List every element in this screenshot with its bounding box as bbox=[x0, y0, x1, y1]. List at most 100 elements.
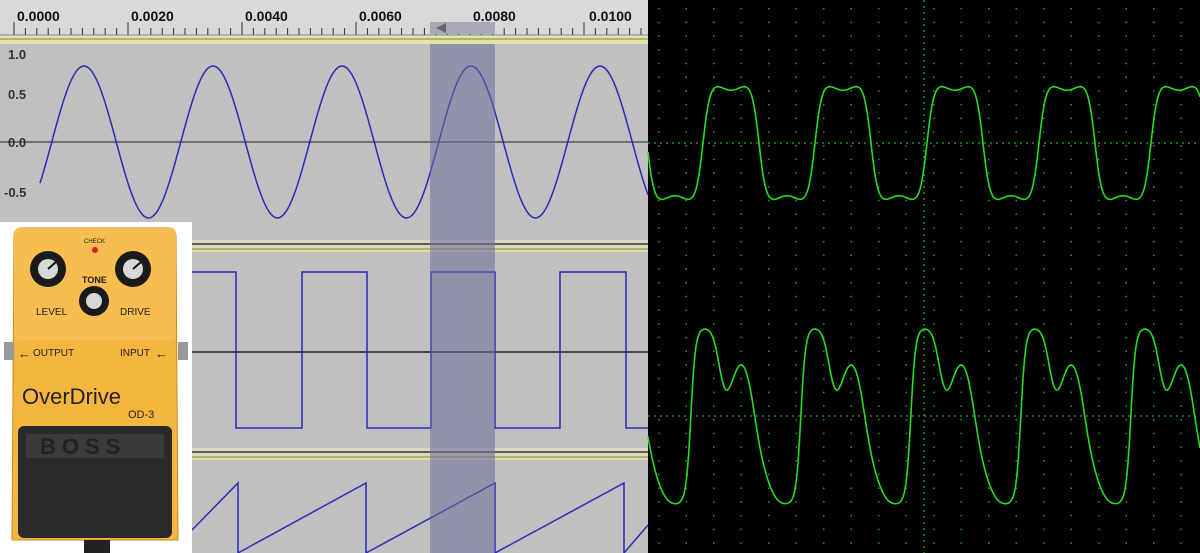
grid-dot bbox=[1180, 350, 1182, 352]
grid-dot bbox=[795, 90, 797, 92]
grid-dot bbox=[740, 377, 742, 380]
grid-dot bbox=[878, 323, 880, 325]
grid-dot bbox=[960, 377, 962, 380]
grid-dot bbox=[1070, 432, 1072, 435]
grid-dot bbox=[823, 364, 825, 366]
grid-dot bbox=[685, 21, 687, 24]
grid-dot bbox=[823, 62, 825, 65]
grid-dot bbox=[795, 336, 797, 339]
grid-dot bbox=[740, 323, 742, 325]
grid-dot bbox=[960, 227, 962, 229]
grid-dot bbox=[658, 49, 660, 51]
drive-knob[interactable] bbox=[115, 251, 151, 287]
grid-dot bbox=[1098, 8, 1100, 10]
grid-dot bbox=[1098, 542, 1100, 544]
grid-dot bbox=[905, 8, 907, 10]
input-label: INPUT bbox=[120, 348, 150, 359]
grid-dot bbox=[1043, 76, 1045, 78]
grid-dot bbox=[1098, 62, 1100, 65]
grid-dot bbox=[658, 377, 660, 380]
grid-dot bbox=[1015, 501, 1017, 503]
grid-dot bbox=[1153, 391, 1155, 394]
grid-dot bbox=[933, 446, 935, 448]
grid-dot bbox=[988, 131, 990, 133]
timeline-ruler[interactable]: 0.0000 0.0020 0.0040 0.0060 0.0080 0.010… bbox=[0, 0, 648, 36]
grid-dot bbox=[1070, 240, 1072, 243]
brand-logo: BOSS bbox=[40, 434, 126, 459]
model-code: OD-3 bbox=[128, 409, 154, 421]
grid-dot bbox=[1043, 391, 1045, 394]
grid-dot bbox=[988, 268, 990, 270]
grid-dot bbox=[988, 542, 990, 544]
grid-dot bbox=[768, 158, 770, 161]
grid-dot bbox=[905, 227, 907, 229]
grid-dot bbox=[713, 323, 715, 325]
grid-dot bbox=[960, 282, 962, 284]
grid-dot bbox=[1180, 487, 1182, 489]
grid-dot bbox=[960, 405, 962, 407]
grid-dot bbox=[685, 419, 687, 421]
grid-dot bbox=[878, 240, 880, 243]
grid-dot bbox=[988, 199, 990, 202]
grid-dot bbox=[685, 446, 687, 448]
grid-dot bbox=[768, 186, 770, 188]
grid-dot bbox=[850, 295, 852, 298]
grid-dot bbox=[768, 446, 770, 448]
grid-dot bbox=[933, 227, 935, 229]
grid-dot bbox=[768, 419, 770, 421]
grid-dot bbox=[823, 172, 825, 174]
grid-dot bbox=[1098, 350, 1100, 352]
grid-dot bbox=[878, 254, 880, 257]
grid-dot bbox=[1153, 282, 1155, 284]
grid-dot bbox=[795, 103, 797, 106]
sine-track[interactable]: 1.0 0.5 0.0 -0.5 bbox=[0, 36, 649, 240]
grid-dot bbox=[713, 131, 715, 133]
footswitch-pedal[interactable]: BOSS bbox=[18, 426, 172, 538]
grid-dot bbox=[1180, 186, 1182, 188]
grid-dot bbox=[685, 323, 687, 325]
grid-dot bbox=[1070, 473, 1072, 476]
grid-dot bbox=[933, 487, 935, 489]
grid-dot bbox=[933, 405, 935, 407]
grid-dot bbox=[713, 117, 715, 120]
grid-dot bbox=[1070, 35, 1072, 37]
grid-dot bbox=[685, 309, 687, 311]
grid-dot bbox=[685, 103, 687, 106]
level-knob[interactable] bbox=[30, 251, 66, 287]
grid-dot bbox=[823, 254, 825, 257]
grid-dot bbox=[685, 240, 687, 243]
grid-dot bbox=[658, 62, 660, 65]
grid-dot bbox=[685, 391, 687, 394]
grid-dot bbox=[658, 528, 660, 531]
grid-dot bbox=[1043, 227, 1045, 229]
grid-dot bbox=[685, 542, 687, 544]
grid-dot bbox=[933, 295, 935, 298]
selection-region[interactable] bbox=[430, 44, 495, 553]
grid-dot bbox=[1070, 419, 1072, 421]
grid-dot bbox=[1125, 446, 1127, 448]
tone-knob[interactable] bbox=[79, 286, 109, 316]
grid-dot bbox=[850, 49, 852, 51]
grid-dot bbox=[988, 62, 990, 65]
grid-dot bbox=[1153, 8, 1155, 10]
grid-dot bbox=[933, 240, 935, 243]
grid-dot bbox=[1015, 350, 1017, 352]
level-label: LEVEL bbox=[36, 307, 68, 318]
grid-dot bbox=[658, 21, 660, 24]
grid-dot bbox=[905, 542, 907, 544]
selection-marker-icon[interactable] bbox=[430, 22, 495, 34]
grid-dot bbox=[1098, 117, 1100, 120]
grid-dot bbox=[905, 35, 907, 37]
grid-dot bbox=[768, 90, 770, 92]
grid-dot bbox=[988, 90, 990, 92]
grid-dot bbox=[1015, 364, 1017, 366]
grid-dot bbox=[933, 460, 935, 462]
grid-dot bbox=[1043, 323, 1045, 325]
grid-dot bbox=[905, 336, 907, 339]
grid-dot bbox=[1043, 419, 1045, 421]
grid-dot bbox=[740, 254, 742, 257]
grid-dot bbox=[960, 145, 962, 147]
grid-dot bbox=[658, 542, 660, 544]
grid-dot bbox=[1153, 460, 1155, 462]
grid-dot bbox=[768, 432, 770, 435]
